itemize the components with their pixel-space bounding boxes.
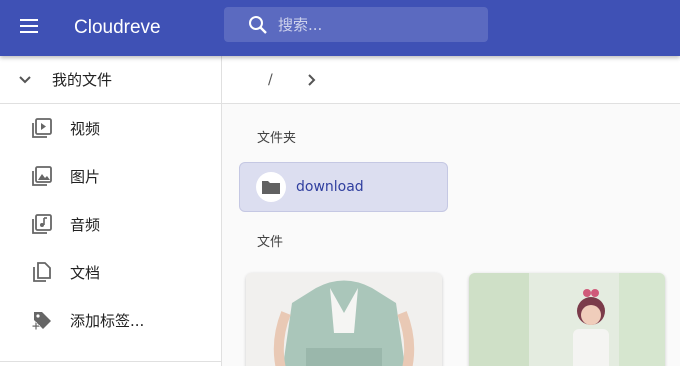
file-thumbnail[interactable] bbox=[469, 273, 665, 366]
app-title: Cloudreve bbox=[74, 17, 161, 38]
add-tag-icon bbox=[30, 308, 54, 332]
sidebar-item-audio[interactable]: 音频 bbox=[0, 200, 221, 248]
audio-icon bbox=[30, 212, 54, 236]
video-icon bbox=[30, 116, 54, 140]
menu-button[interactable] bbox=[10, 8, 50, 48]
sidebar-item-documents[interactable]: 文档 bbox=[0, 248, 221, 296]
thumbnail-image bbox=[246, 273, 442, 366]
folders-section-title: 文件夹 bbox=[257, 131, 297, 146]
search-icon bbox=[240, 7, 276, 42]
my-files-toggle[interactable]: 我的文件 bbox=[0, 56, 221, 104]
sidebar-item-add-tag[interactable]: 添加标签... bbox=[0, 296, 221, 344]
sidebar-divider bbox=[0, 361, 222, 362]
my-files-label: 我的文件 bbox=[52, 71, 113, 89]
sidebar-item-label: 文档 bbox=[70, 263, 101, 282]
file-thumbnail[interactable] bbox=[246, 273, 442, 366]
sidebar-item-label: 音频 bbox=[70, 215, 101, 234]
thumbnail-image bbox=[469, 273, 665, 366]
image-icon bbox=[30, 164, 54, 188]
search-box[interactable] bbox=[224, 7, 488, 42]
sidebar: 我的文件 视频 图片 音频 文档 添加标签... bbox=[0, 56, 222, 366]
chevron-down-icon bbox=[18, 75, 38, 85]
sidebar-item-video[interactable]: 视频 bbox=[0, 104, 221, 152]
folder-name: download bbox=[296, 179, 364, 195]
files-section-title: 文件 bbox=[257, 235, 284, 250]
folder-item[interactable]: download bbox=[239, 162, 448, 212]
breadcrumb-root[interactable]: / bbox=[266, 68, 275, 92]
document-icon bbox=[30, 260, 54, 284]
sidebar-item-label: 视频 bbox=[70, 119, 101, 138]
sidebar-item-image[interactable]: 图片 bbox=[0, 152, 221, 200]
chevron-right-icon[interactable] bbox=[307, 73, 317, 87]
sidebar-item-label: 图片 bbox=[70, 167, 101, 186]
sidebar-item-label: 添加标签... bbox=[70, 311, 145, 330]
breadcrumb: / bbox=[222, 56, 680, 104]
menu-icon bbox=[20, 18, 40, 38]
file-area: 文件夹 download 文件 bbox=[222, 104, 680, 366]
search-input[interactable] bbox=[278, 15, 468, 34]
folder-icon bbox=[256, 172, 286, 202]
app-bar: Cloudreve bbox=[0, 0, 680, 56]
